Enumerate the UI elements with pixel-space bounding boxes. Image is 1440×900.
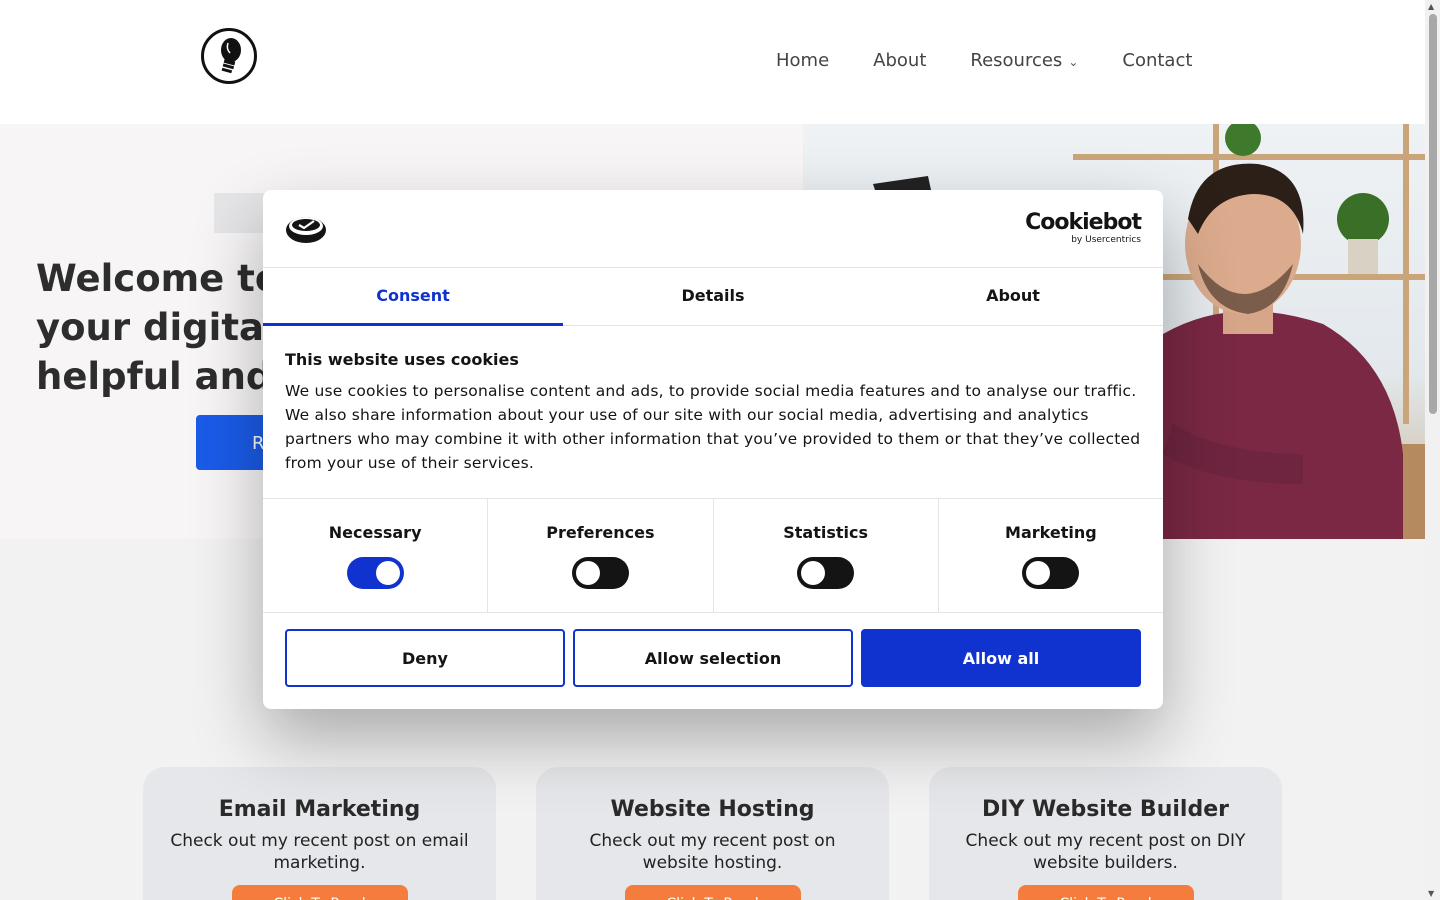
allow-selection-button[interactable]: Allow selection [573, 629, 853, 687]
dialog-actions: Deny Allow selection Allow all [263, 613, 1163, 703]
category-statistics: Statistics [714, 499, 939, 612]
category-necessary: Necessary [263, 499, 489, 612]
scroll-down-icon[interactable]: ▼ [1428, 889, 1434, 898]
page-scrollbar[interactable]: ▲ ▼ [1425, 0, 1440, 900]
dialog-tabs: Consent Details About [263, 268, 1163, 326]
tab-consent[interactable]: Consent [263, 268, 563, 326]
dialog-text: We use cookies to personalise content an… [285, 382, 1141, 472]
consent-categories: Necessary Preferences Statistics Marketi… [263, 499, 1163, 613]
marketing-toggle[interactable] [1022, 557, 1080, 589]
toggle-knob [1026, 561, 1051, 585]
cookiebot-brand[interactable]: Cookiebot by Usercentrics [1025, 210, 1142, 246]
category-label: Marketing [1005, 523, 1097, 542]
category-preferences: Preferences [488, 499, 714, 612]
toggle-knob [801, 561, 826, 585]
dialog-title: This website uses cookies [285, 350, 519, 369]
toggle-knob [375, 561, 400, 585]
category-label: Necessary [328, 523, 422, 542]
tab-about[interactable]: About [863, 268, 1163, 325]
scroll-up-icon[interactable]: ▲ [1428, 2, 1434, 11]
tab-details[interactable]: Details [563, 268, 863, 325]
preferences-toggle[interactable] [571, 557, 629, 589]
category-marketing: Marketing [939, 499, 1163, 612]
cookiebot-logo-icon [285, 212, 327, 248]
toggle-knob [575, 561, 600, 585]
scrollbar-thumb[interactable] [1429, 14, 1437, 414]
necessary-toggle[interactable] [346, 557, 404, 589]
dialog-body: This website uses cookies We use cookies… [263, 326, 1163, 499]
statistics-toggle[interactable] [797, 557, 855, 589]
deny-button[interactable]: Deny [285, 629, 565, 687]
brand-subtitle: by Usercentrics [1071, 235, 1141, 245]
category-label: Preferences [546, 523, 655, 542]
allow-all-button[interactable]: Allow all [861, 629, 1141, 687]
brand-name: Cookiebot [1025, 210, 1142, 235]
dialog-header: Cookiebot by Usercentrics [263, 190, 1163, 268]
cookie-consent-dialog: Cookiebot by Usercentrics Consent Detail… [263, 190, 1163, 709]
category-label: Statistics [783, 523, 868, 542]
